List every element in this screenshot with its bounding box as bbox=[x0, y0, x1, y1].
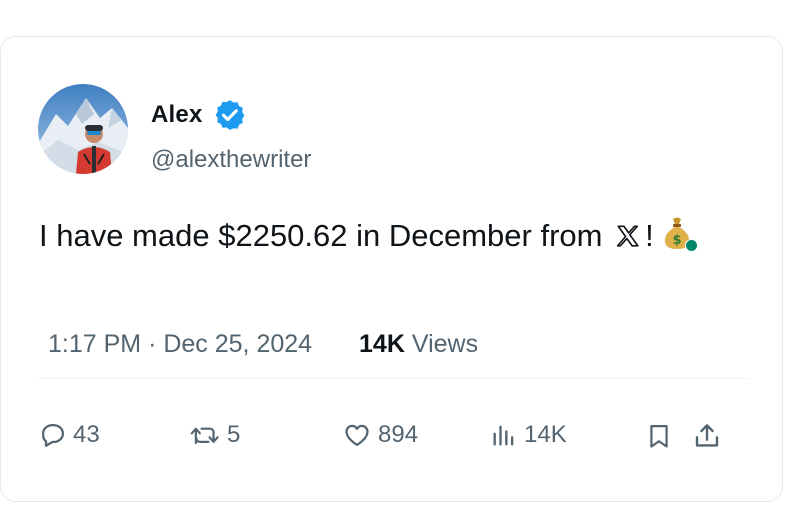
tweet-text-main: I have made $2250.62 in December from bbox=[39, 218, 612, 253]
reply-count: 43 bbox=[73, 421, 100, 448]
avatar-image bbox=[38, 84, 128, 174]
bookmark-button[interactable] bbox=[645, 421, 673, 451]
tweet-text: I have made $2250.62 in December from ! … bbox=[39, 216, 698, 255]
verified-badge-icon[interactable] bbox=[213, 98, 247, 132]
views-action-count: 14K bbox=[524, 421, 567, 448]
author-handle[interactable]: @alexthewriter bbox=[151, 146, 311, 174]
share-icon bbox=[692, 421, 722, 451]
reply-button[interactable]: 43 bbox=[39, 421, 100, 449]
tweet-meta: 1:17 PM · Dec 25, 2024 14K Views bbox=[48, 330, 478, 359]
views-count: 14K bbox=[359, 330, 405, 358]
like-count: 894 bbox=[378, 421, 419, 448]
x-logo-icon bbox=[615, 220, 641, 247]
tweet-time[interactable]: 1:17 PM bbox=[48, 330, 141, 358]
analytics-bars-icon bbox=[490, 421, 518, 449]
tweet-card: Alex @alexthewriter I have made $2250.62… bbox=[0, 36, 783, 502]
tweet-date[interactable]: Dec 25, 2024 bbox=[163, 330, 312, 358]
money-bag-icon: $ bbox=[662, 216, 698, 252]
reply-icon bbox=[39, 421, 67, 449]
avatar[interactable] bbox=[38, 84, 128, 174]
heart-icon bbox=[342, 421, 372, 449]
meta-separator: · bbox=[148, 330, 157, 358]
action-bar: 43 5 894 14K bbox=[1, 421, 782, 455]
author-name[interactable]: Alex bbox=[151, 101, 203, 129]
like-button[interactable]: 894 bbox=[342, 421, 418, 449]
retweet-count: 5 bbox=[227, 421, 241, 448]
status-dot-icon bbox=[684, 239, 698, 252]
retweet-icon bbox=[189, 421, 221, 449]
svg-text:$: $ bbox=[672, 233, 681, 248]
views-button[interactable]: 14K bbox=[490, 421, 567, 449]
divider bbox=[39, 378, 749, 379]
bookmark-icon bbox=[645, 421, 673, 451]
share-button[interactable] bbox=[692, 421, 722, 451]
retweet-button[interactable]: 5 bbox=[189, 421, 240, 449]
tweet-text-end: ! bbox=[645, 218, 654, 253]
author-name-row: Alex bbox=[151, 98, 247, 132]
views-label: Views bbox=[411, 330, 479, 358]
